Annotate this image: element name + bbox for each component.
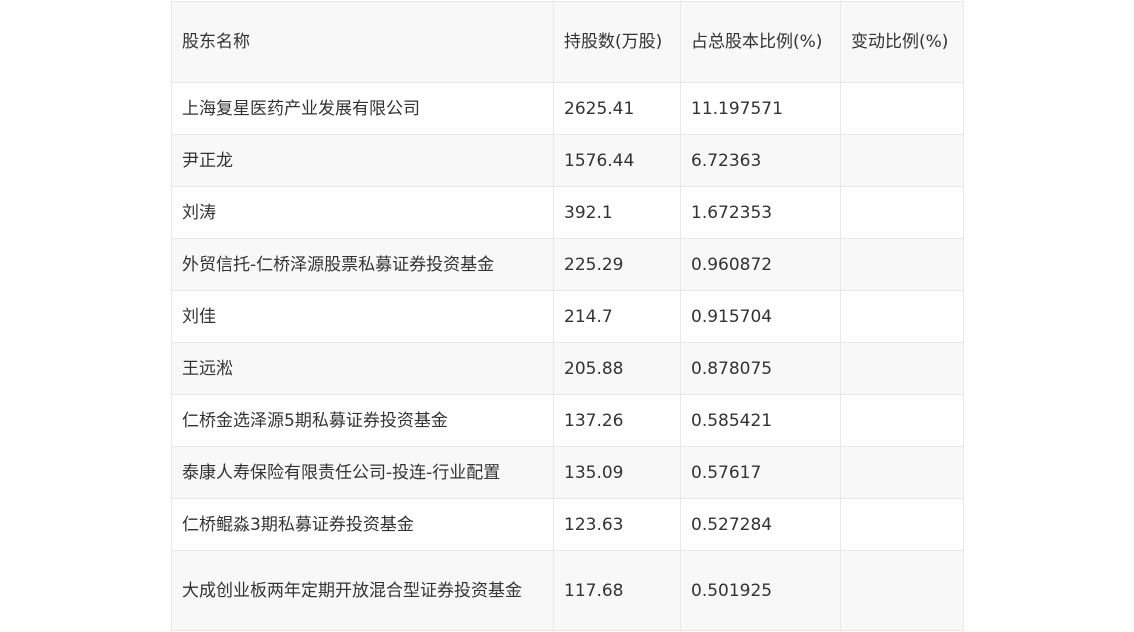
header-row: 股东名称 持股数(万股) 占总股本比例(%) 变动比例(%): [171, 1, 964, 83]
table-row: 仁桥金选泽源5期私募证券投资基金 137.26 0.585421: [171, 394, 964, 447]
cell-shareholder-name: 泰康人寿保险有限责任公司-投连-行业配置: [171, 446, 554, 499]
cell-shares: 123.63: [553, 498, 681, 551]
table-body: 上海复星医药产业发展有限公司 2625.41 11.197571 尹正龙 157…: [171, 82, 964, 631]
cell-shares: 135.09: [553, 446, 681, 499]
table-row: 尹正龙 1576.44 6.72363: [171, 134, 964, 187]
cell-ratio: 0.915704: [680, 290, 841, 343]
cell-shareholder-name: 王远淞: [171, 342, 554, 395]
cell-change-ratio: [840, 550, 964, 631]
header-change-ratio: 变动比例(%): [840, 1, 964, 83]
cell-shareholder-name: 上海复星医药产业发展有限公司: [171, 82, 554, 135]
cell-ratio: 0.57617: [680, 446, 841, 499]
cell-ratio: 11.197571: [680, 82, 841, 135]
cell-ratio: 1.672353: [680, 186, 841, 239]
cell-ratio: 6.72363: [680, 134, 841, 187]
cell-shareholder-name: 外贸信托-仁桥泽源股票私募证券投资基金: [171, 238, 554, 291]
cell-shares: 2625.41: [553, 82, 681, 135]
cell-shares: 214.7: [553, 290, 681, 343]
cell-shares: 225.29: [553, 238, 681, 291]
cell-change-ratio: [840, 446, 964, 499]
table-row: 仁桥鲲淼3期私募证券投资基金 123.63 0.527284: [171, 498, 964, 551]
cell-ratio: 0.585421: [680, 394, 841, 447]
header-shareholder-name: 股东名称: [171, 1, 554, 83]
cell-change-ratio: [840, 394, 964, 447]
cell-change-ratio: [840, 498, 964, 551]
cell-change-ratio: [840, 82, 964, 135]
cell-shareholder-name: 刘涛: [171, 186, 554, 239]
cell-shares: 117.68: [553, 550, 681, 631]
cell-change-ratio: [840, 134, 964, 187]
shareholders-table: 股东名称 持股数(万股) 占总股本比例(%) 变动比例(%) 上海复星医药产业发…: [171, 1, 964, 631]
cell-shares: 1576.44: [553, 134, 681, 187]
table-row: 上海复星医药产业发展有限公司 2625.41 11.197571: [171, 82, 964, 135]
cell-change-ratio: [840, 238, 964, 291]
header-shares: 持股数(万股): [553, 1, 681, 83]
cell-shareholder-name: 仁桥金选泽源5期私募证券投资基金: [171, 394, 554, 447]
cell-shareholder-name: 刘佳: [171, 290, 554, 343]
cell-shareholder-name: 大成创业板两年定期开放混合型证券投资基金: [171, 550, 554, 631]
cell-ratio: 0.878075: [680, 342, 841, 395]
table-row: 刘涛 392.1 1.672353: [171, 186, 964, 239]
cell-shares: 392.1: [553, 186, 681, 239]
cell-shares: 137.26: [553, 394, 681, 447]
cell-shares: 205.88: [553, 342, 681, 395]
cell-change-ratio: [840, 342, 964, 395]
table-row: 大成创业板两年定期开放混合型证券投资基金 117.68 0.501925: [171, 550, 964, 631]
table-row: 刘佳 214.7 0.915704: [171, 290, 964, 343]
cell-change-ratio: [840, 290, 964, 343]
table-header: 股东名称 持股数(万股) 占总股本比例(%) 变动比例(%): [171, 1, 964, 83]
cell-shareholder-name: 仁桥鲲淼3期私募证券投资基金: [171, 498, 554, 551]
header-ratio: 占总股本比例(%): [680, 1, 841, 83]
cell-ratio: 0.960872: [680, 238, 841, 291]
cell-change-ratio: [840, 186, 964, 239]
page: 股东名称 持股数(万股) 占总股本比例(%) 变动比例(%) 上海复星医药产业发…: [0, 0, 1134, 632]
table-row: 外贸信托-仁桥泽源股票私募证券投资基金 225.29 0.960872: [171, 238, 964, 291]
cell-ratio: 0.527284: [680, 498, 841, 551]
table-row: 王远淞 205.88 0.878075: [171, 342, 964, 395]
table-row: 泰康人寿保险有限责任公司-投连-行业配置 135.09 0.57617: [171, 446, 964, 499]
cell-ratio: 0.501925: [680, 550, 841, 631]
cell-shareholder-name: 尹正龙: [171, 134, 554, 187]
